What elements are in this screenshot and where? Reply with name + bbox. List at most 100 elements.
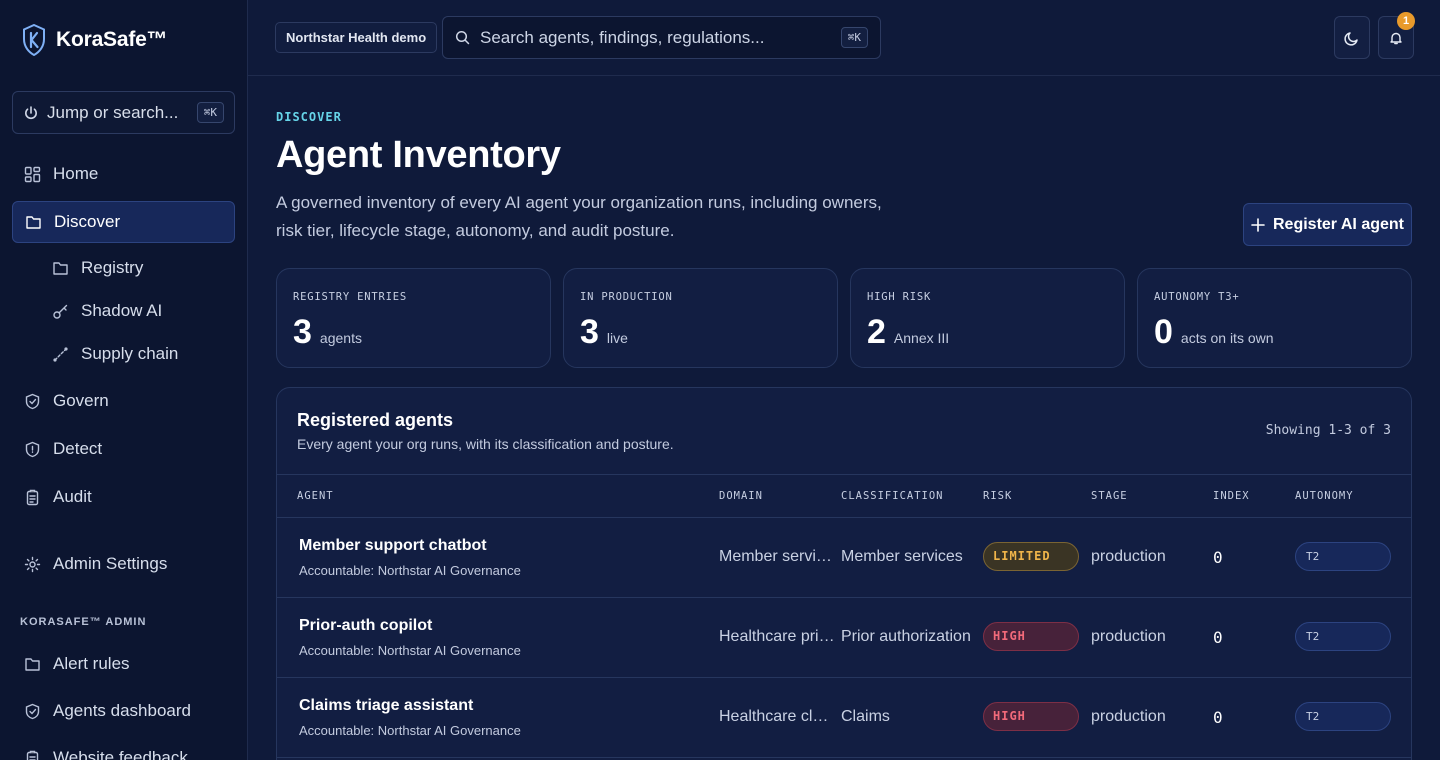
stat-label: HIGH RISK xyxy=(867,291,932,303)
sidebar-item-label: Govern xyxy=(53,391,109,410)
folder-icon xyxy=(53,261,68,275)
agent-domain: Member services xyxy=(719,548,837,565)
column-header-risk[interactable]: RISK xyxy=(983,490,1012,502)
sidebar-item-shadow-ai[interactable]: Shadow AI xyxy=(40,290,235,332)
brand-name: KoraSafe™ xyxy=(56,28,168,51)
agent-stage: production xyxy=(1091,708,1166,725)
page-description: A governed inventory of every AI agent y… xyxy=(276,193,882,240)
agent-accountable: Accountable: Northstar AI Governance xyxy=(299,643,521,658)
sidebar-item-label: Admin Settings xyxy=(53,554,168,573)
agent-index: 0 xyxy=(1213,708,1223,727)
sidebar-item-agents-dashboard[interactable]: Agents dashboard xyxy=(12,690,235,732)
sidebar-item-label: Discover xyxy=(54,212,121,231)
agent-domain: Healthcare claims xyxy=(719,708,837,725)
shield-check-icon xyxy=(25,703,40,719)
sidebar-item-admin-settings[interactable]: Admin Settings xyxy=(12,543,235,585)
risk-badge: LIMITED xyxy=(983,542,1079,571)
agent-index: 0 xyxy=(1213,548,1223,567)
risk-badge: HIGH xyxy=(983,702,1079,731)
shield-icon xyxy=(25,441,40,457)
agent-name[interactable]: Prior-auth copilot xyxy=(299,617,432,635)
admin-section-heading: KORASAFE™ ADMIN xyxy=(20,616,147,628)
agent-classification: Member services xyxy=(841,548,963,565)
sidebar-item-label: Alert rules xyxy=(53,654,130,673)
jump-search[interactable]: Jump or search... ⌘K xyxy=(12,91,235,134)
registered-agents-panel: Registered agents Every agent your org r… xyxy=(276,387,1412,760)
sidebar-item-registry[interactable]: Registry xyxy=(40,247,235,289)
bell-icon xyxy=(1390,32,1402,44)
stat-value: 3 xyxy=(293,313,312,351)
autonomy-badge: T2 xyxy=(1295,622,1391,651)
korasafe-logo-icon xyxy=(23,24,45,56)
notifications-button[interactable]: 1 xyxy=(1378,12,1415,59)
sidebar-item-govern[interactable]: Govern xyxy=(12,380,235,422)
link-icon xyxy=(53,346,68,362)
sidebar-item-label: Home xyxy=(53,164,99,183)
sidebar-item-detect[interactable]: Detect xyxy=(12,428,235,470)
grid-icon xyxy=(24,166,41,182)
column-header-classification[interactable]: CLASSIFICATION xyxy=(841,490,944,502)
register-agent-button[interactable]: Register AI agent xyxy=(1243,203,1412,246)
sidebar-item-label: Agents dashboard xyxy=(53,701,191,720)
org-switcher[interactable]: Northstar Health demo xyxy=(275,22,438,53)
table-row[interactable]: Claims triage assistant Accountable: Nor… xyxy=(277,678,1411,758)
sidebar: KoraSafe™ Jump or search... ⌘K Home Disc… xyxy=(0,0,248,760)
agent-accountable: Accountable: Northstar AI Governance xyxy=(299,563,521,578)
key-icon xyxy=(53,304,68,319)
sidebar-item-label: Detect xyxy=(53,439,103,458)
theme-toggle-button[interactable] xyxy=(1334,16,1370,59)
stat-card-high-risk: HIGH RISK 2 Annex III xyxy=(850,268,1125,368)
pagination-count: Showing 1-3 of 3 xyxy=(1265,423,1391,438)
brand[interactable]: KoraSafe™ xyxy=(22,24,168,56)
search-shortcut: ⌘K xyxy=(840,27,868,48)
stat-label: REGISTRY ENTRIES xyxy=(293,291,407,303)
stat-label: AUTONOMY T3+ xyxy=(1154,291,1240,303)
agent-index: 0 xyxy=(1213,628,1223,647)
agent-stage: production xyxy=(1091,548,1166,565)
sidebar-item-label: Shadow AI xyxy=(81,301,163,320)
agent-name[interactable]: Claims triage assistant xyxy=(299,697,473,715)
sidebar-item-label: Website feedback xyxy=(53,748,188,760)
moon-icon xyxy=(1344,31,1358,46)
search-input[interactable]: Search agents, findings, regulations... xyxy=(480,28,764,48)
folder-icon xyxy=(25,657,40,671)
stat-card-in-production: IN PRODUCTION 3 live xyxy=(563,268,838,368)
table-row[interactable]: Prior-auth copilot Accountable: Northsta… xyxy=(277,598,1411,678)
agent-classification: Claims xyxy=(841,708,890,725)
sidebar-item-discover[interactable]: Discover xyxy=(12,201,235,243)
panel-title: Registered agents xyxy=(297,410,454,430)
column-header-autonomy[interactable]: AUTONOMY xyxy=(1295,490,1354,502)
column-header-agent[interactable]: AGENT xyxy=(297,490,334,502)
clipboard-icon xyxy=(26,750,39,760)
agent-classification: Prior authorization xyxy=(841,628,971,645)
sidebar-item-audit[interactable]: Audit xyxy=(12,476,235,518)
agent-name[interactable]: Member support chatbot xyxy=(299,537,487,555)
stat-card-registry-entries: REGISTRY ENTRIES 3 agents xyxy=(276,268,551,368)
table-row[interactable]: Member support chatbot Accountable: Nort… xyxy=(277,518,1411,598)
column-header-index[interactable]: INDEX xyxy=(1213,490,1250,502)
global-search[interactable]: Search agents, findings, regulations... … xyxy=(442,16,881,59)
register-agent-label: Register AI agent xyxy=(1273,215,1404,233)
sidebar-item-label: Audit xyxy=(53,487,92,506)
stat-unit: Annex III xyxy=(893,330,950,346)
sidebar-item-alert-rules[interactable]: Alert rules xyxy=(12,643,235,685)
stat-unit: live xyxy=(606,330,628,346)
stat-value: 0 xyxy=(1154,313,1173,351)
stat-value: 3 xyxy=(580,313,599,351)
shield-check-icon xyxy=(25,393,40,409)
stat-value: 2 xyxy=(867,313,886,351)
column-header-domain[interactable]: DOMAIN xyxy=(719,490,763,502)
agent-domain: Healthcare prio... xyxy=(719,628,837,645)
jump-shortcut: ⌘K xyxy=(196,102,224,123)
gear-icon xyxy=(24,556,41,572)
folder-icon xyxy=(26,215,41,229)
stat-label: IN PRODUCTION xyxy=(580,291,673,303)
sidebar-item-supply-chain[interactable]: Supply chain xyxy=(40,333,235,375)
stat-card-autonomy: AUTONOMY T3+ 0 acts on its own xyxy=(1137,268,1412,368)
agent-accountable: Accountable: Northstar AI Governance xyxy=(299,723,521,738)
column-header-stage[interactable]: STAGE xyxy=(1091,490,1128,502)
sidebar-item-website-feedback[interactable]: Website feedback xyxy=(12,737,235,760)
search-icon xyxy=(455,30,470,45)
sidebar-item-home[interactable]: Home xyxy=(12,153,235,195)
stat-unit: acts on its own xyxy=(1180,330,1274,346)
